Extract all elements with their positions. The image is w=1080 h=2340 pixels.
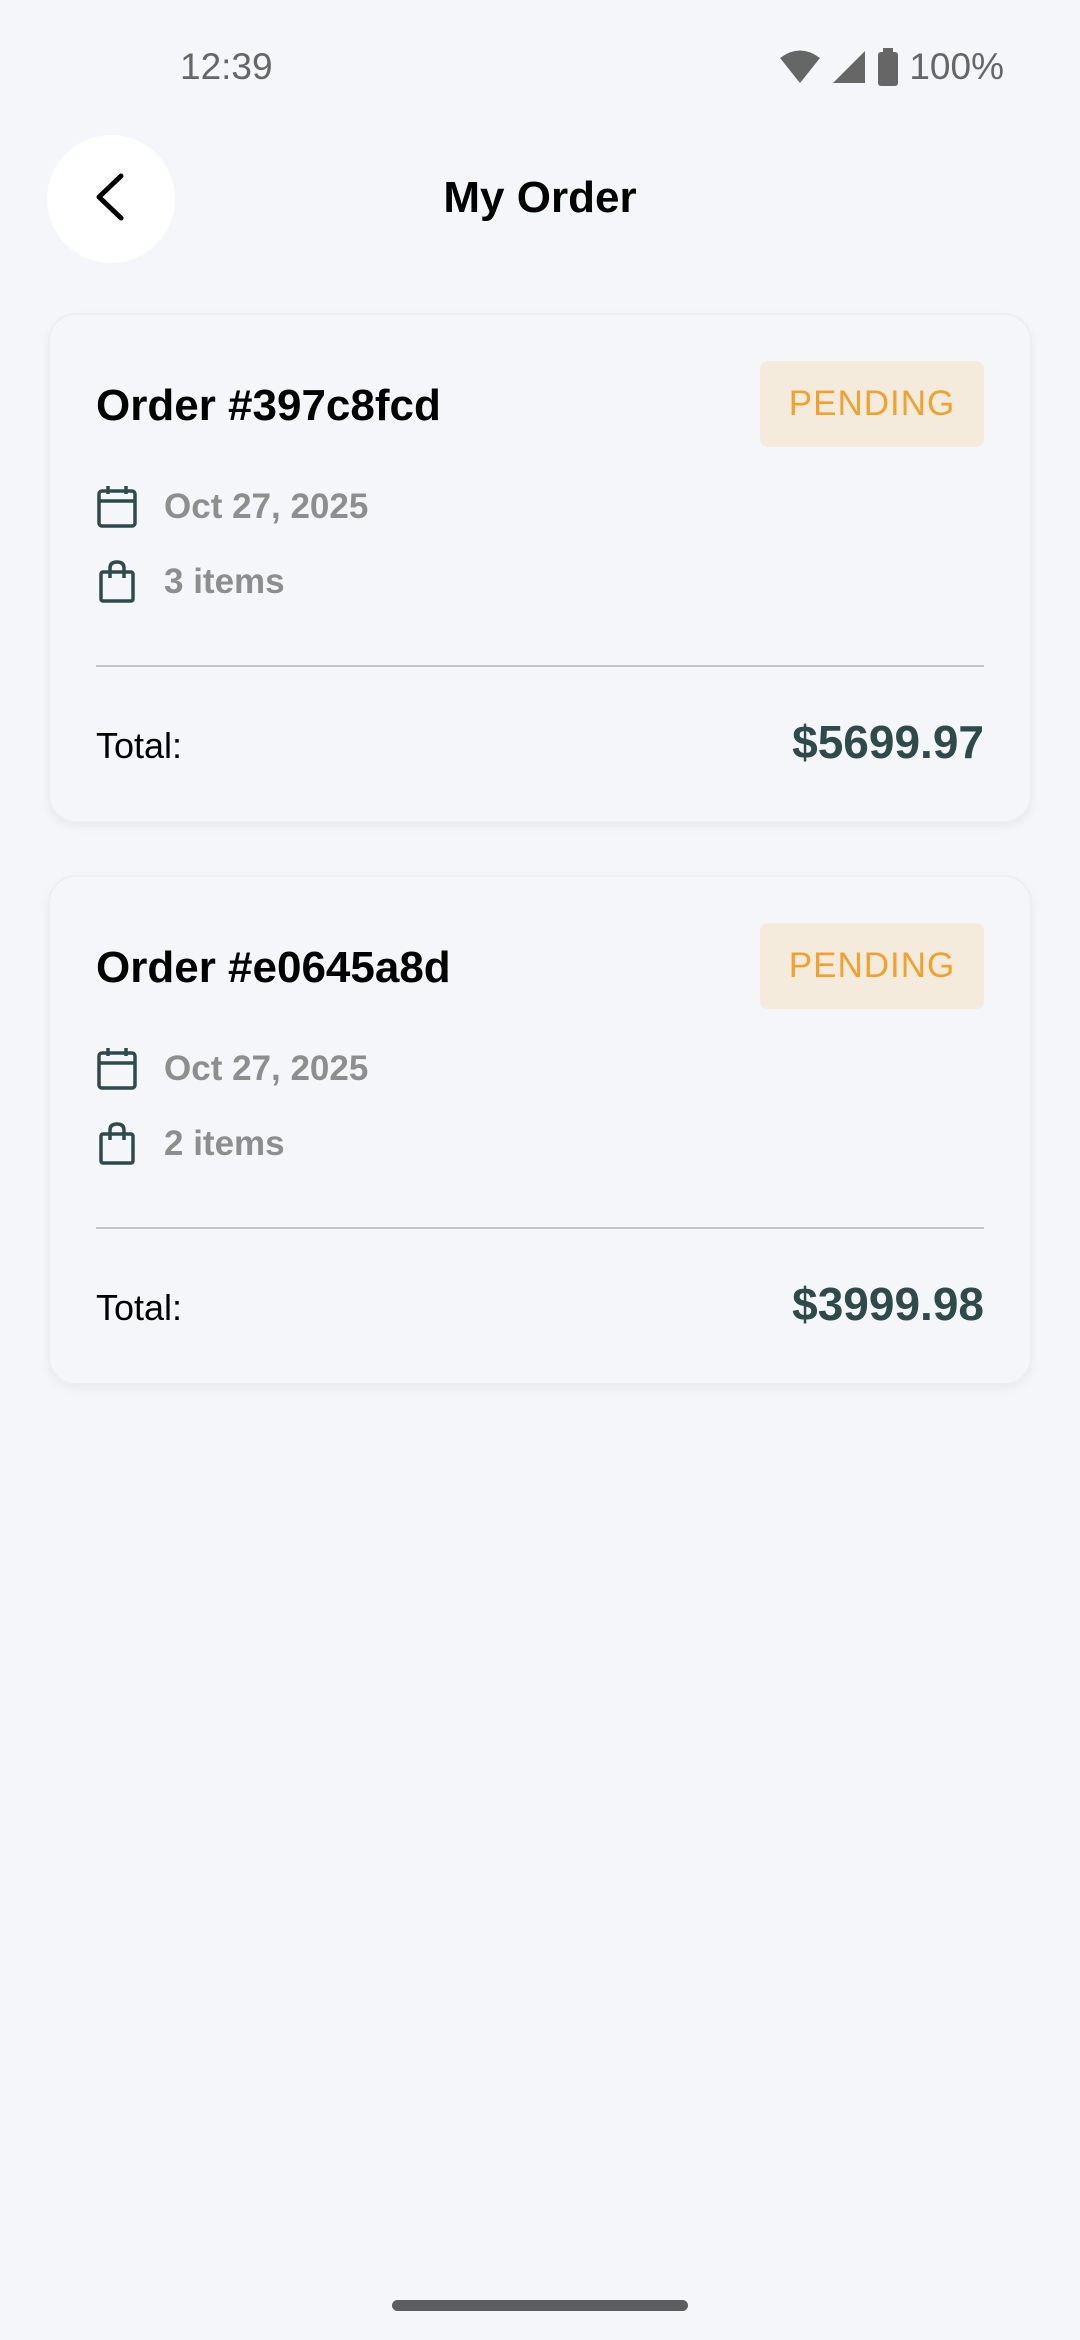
- battery-level: 100%: [909, 46, 1004, 87]
- order-title: Order #e0645a8d: [96, 943, 451, 992]
- order-list: Order #397c8fcd PENDING Oct 27, 2025 3 i…: [48, 313, 1032, 1437]
- total-label: Total:: [96, 725, 183, 766]
- total-label: Total:: [96, 1287, 183, 1328]
- order-item-count: 3 items: [164, 562, 285, 601]
- order-card[interactable]: Order #e0645a8d PENDING Oct 27, 2025 2 i…: [48, 875, 1032, 1385]
- signal-icon: [831, 49, 867, 85]
- shopping-bag-icon: [96, 1122, 138, 1166]
- header: My Order: [0, 135, 1080, 265]
- order-date-row: Oct 27, 2025: [96, 485, 368, 529]
- home-indicator[interactable]: [392, 2300, 688, 2311]
- order-item-count: 2 items: [164, 1124, 285, 1163]
- divider: [96, 1227, 984, 1229]
- status-time: 12:39: [180, 46, 273, 87]
- status-bar: 12:39 100%: [0, 0, 1080, 140]
- status-icons: 100%: [779, 46, 1004, 88]
- shopping-bag-icon: [96, 560, 138, 604]
- order-date: Oct 27, 2025: [164, 487, 369, 526]
- order-date: Oct 27, 2025: [164, 1049, 369, 1088]
- page-title: My Order: [443, 173, 637, 222]
- order-items-row: 2 items: [96, 1122, 285, 1166]
- total-value: $3999.98: [792, 1278, 984, 1330]
- calendar-icon: [96, 1047, 138, 1091]
- order-items-row: 3 items: [96, 560, 285, 604]
- wifi-icon: [779, 49, 821, 85]
- status-badge: PENDING: [760, 923, 984, 1009]
- calendar-icon: [96, 485, 138, 529]
- battery-icon: [877, 48, 899, 86]
- divider: [96, 665, 984, 667]
- status-badge: PENDING: [760, 361, 984, 447]
- order-title: Order #397c8fcd: [96, 381, 441, 430]
- order-card[interactable]: Order #397c8fcd PENDING Oct 27, 2025 3 i…: [48, 313, 1032, 823]
- total-value: $5699.97: [792, 716, 984, 768]
- order-date-row: Oct 27, 2025: [96, 1047, 368, 1091]
